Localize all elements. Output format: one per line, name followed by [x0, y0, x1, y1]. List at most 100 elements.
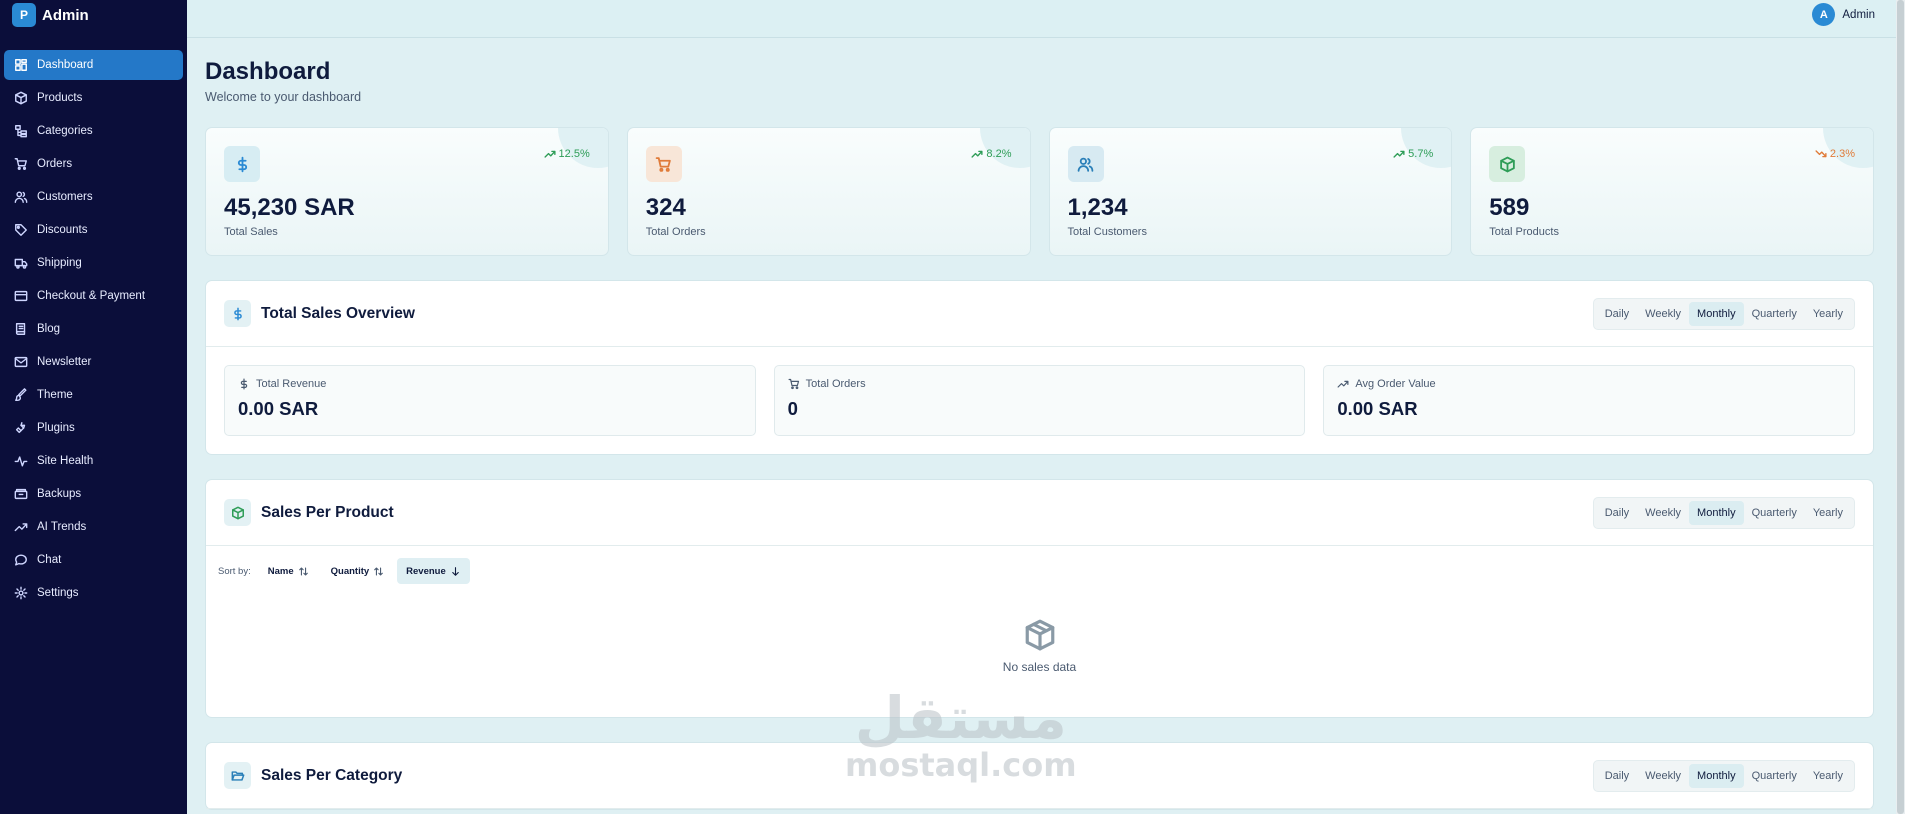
period-quarterly[interactable]: Quarterly: [1744, 501, 1805, 525]
period-weekly[interactable]: Weekly: [1637, 764, 1689, 788]
stat-change: 12.5%: [543, 148, 590, 160]
sidebar-item-backups[interactable]: Backups: [4, 479, 183, 509]
sidebar-item-label: Checkout & Payment: [37, 290, 146, 302]
stat-card-total-sales[interactable]: 12.5% 45,230 SAR Total Sales: [205, 127, 609, 256]
sidebar-item-label: Customers: [37, 191, 93, 203]
sort-option-label: Name: [267, 565, 294, 577]
dollar-icon: [240, 378, 248, 390]
brand[interactable]: P Admin: [0, 0, 187, 30]
topbar: A Admin: [187, 0, 1905, 38]
sort-bar: Sort by: Name Quantity Revenue: [218, 558, 1873, 584]
sidebar-item-ai-trends[interactable]: AI Trends: [4, 512, 183, 542]
card-header: Sales Per Category Daily Weekly Monthly …: [206, 743, 1873, 809]
period-yearly[interactable]: Yearly: [1805, 764, 1851, 788]
credit-card-icon: [14, 290, 28, 302]
stat-card-total-orders[interactable]: 8.2% 324 Total Orders: [626, 127, 1031, 256]
stat-icon-wrap: [645, 146, 682, 182]
sidebar-item-label: Backups: [37, 488, 82, 500]
brand-name: Admin: [42, 6, 89, 24]
period-daily[interactable]: Daily: [1597, 501, 1637, 525]
sidebar-item-products[interactable]: Products: [4, 83, 183, 113]
metric-total-orders: Total Orders 0: [773, 365, 1306, 436]
mail-icon: [14, 356, 28, 368]
sidebar-item-label: Theme: [37, 389, 73, 401]
sidebar-item-chat[interactable]: Chat: [4, 545, 183, 575]
sort-by-revenue-button[interactable]: Revenue: [397, 558, 470, 584]
sort-by-quantity-button[interactable]: Quantity: [322, 558, 394, 584]
sidebar-item-dashboard[interactable]: Dashboard: [4, 50, 183, 80]
stat-change: 2.3%: [1815, 148, 1855, 160]
metric-value: 0: [787, 398, 798, 419]
card-icon-wrap: [224, 762, 251, 789]
period-monthly[interactable]: Monthly: [1689, 302, 1744, 326]
cart-icon: [655, 156, 672, 172]
period-daily[interactable]: Daily: [1597, 764, 1637, 788]
period-quarterly[interactable]: Quarterly: [1744, 764, 1805, 788]
cart-icon: [14, 158, 27, 170]
empty-state-text: No sales data: [1002, 659, 1077, 674]
card-icon-wrap: [224, 499, 251, 526]
sidebar-item-checkout-payment[interactable]: Checkout & Payment: [4, 281, 183, 311]
sidebar-item-newsletter[interactable]: Newsletter: [4, 347, 183, 377]
period-yearly[interactable]: Yearly: [1805, 501, 1851, 525]
activity-icon: [14, 456, 28, 467]
sidebar-item-settings[interactable]: Settings: [4, 578, 183, 608]
stat-change-value: 12.5%: [558, 148, 590, 160]
sidebar-item-orders[interactable]: Orders: [4, 149, 183, 179]
sidebar-item-customers[interactable]: Customers: [4, 182, 183, 212]
sidebar-item-theme[interactable]: Theme: [4, 380, 183, 410]
trend-up-icon: [543, 150, 556, 158]
sidebar-item-label: Plugins: [37, 422, 75, 434]
stat-card-total-products[interactable]: 2.3% 589 Total Products: [1470, 127, 1874, 256]
dollar-icon: [237, 156, 247, 172]
sidebar-item-plugins[interactable]: Plugins: [4, 413, 183, 443]
sales-per-category-card: Sales Per Category Daily Weekly Monthly …: [205, 742, 1874, 810]
sidebar-item-site-health[interactable]: Site Health: [4, 446, 183, 476]
metric-label: Total Revenue: [256, 378, 327, 390]
sidebar-item-label: Site Health: [37, 455, 94, 467]
sidebar-nav: Dashboard Products Categories Orders Cus…: [0, 50, 187, 608]
sort-by-name-button[interactable]: Name: [259, 558, 318, 584]
stat-label: Total Products: [1489, 226, 1559, 238]
metric-total-revenue: Total Revenue 0.00 SAR: [224, 365, 756, 436]
sort-arrows-icon: [298, 567, 308, 575]
stat-change-value: 5.7%: [1408, 148, 1434, 160]
scrollbar-thumb[interactable]: [1897, 0, 1904, 814]
sidebar-item-label: Newsletter: [37, 356, 92, 368]
user-menu[interactable]: A Admin: [1812, 3, 1875, 26]
stat-label: Total Sales: [224, 226, 278, 238]
stat-label: Total Customers: [1067, 226, 1147, 238]
stat-value: 45,230 SAR: [224, 194, 355, 221]
period-weekly[interactable]: Weekly: [1637, 302, 1689, 326]
sidebar-item-shipping[interactable]: Shipping: [4, 248, 183, 278]
sidebar-item-categories[interactable]: Categories: [4, 116, 183, 146]
sort-arrows-icon: [374, 567, 383, 575]
period-weekly[interactable]: Weekly: [1637, 501, 1689, 525]
truck-icon: [14, 258, 28, 269]
book-icon: [15, 323, 26, 335]
period-quarterly[interactable]: Quarterly: [1744, 302, 1805, 326]
stat-value: 1,234: [1067, 194, 1128, 221]
stats-row: 12.5% 45,230 SAR Total Sales 8.2% 324 To…: [205, 127, 1874, 256]
sidebar: P Admin Dashboard Products Categories Or…: [0, 0, 187, 814]
sales-per-product-card: Sales Per Product Daily Weekly Monthly Q…: [205, 479, 1874, 718]
trend-up-icon: [971, 150, 983, 158]
card-title: Sales Per Product: [261, 503, 394, 521]
stat-value: 324: [645, 194, 686, 221]
period-daily[interactable]: Daily: [1597, 302, 1637, 326]
gear-icon: [14, 586, 28, 600]
stat-card-total-customers[interactable]: 5.7% 1,234 Total Customers: [1048, 127, 1453, 256]
stat-label: Total Orders: [645, 226, 706, 238]
stat-change: 8.2%: [971, 148, 1012, 160]
dashboard-icon: [15, 59, 27, 71]
scrollbar[interactable]: [1896, 0, 1905, 814]
card-icon-wrap: [224, 300, 251, 327]
sidebar-item-blog[interactable]: Blog: [4, 314, 183, 344]
sidebar-item-discounts[interactable]: Discounts: [4, 215, 183, 245]
stat-icon-wrap: [1489, 146, 1526, 182]
period-yearly[interactable]: Yearly: [1805, 302, 1851, 326]
period-monthly[interactable]: Monthly: [1689, 501, 1744, 525]
period-monthly[interactable]: Monthly: [1689, 764, 1744, 788]
stat-change-value: 8.2%: [986, 148, 1012, 160]
tag-icon: [15, 224, 27, 236]
